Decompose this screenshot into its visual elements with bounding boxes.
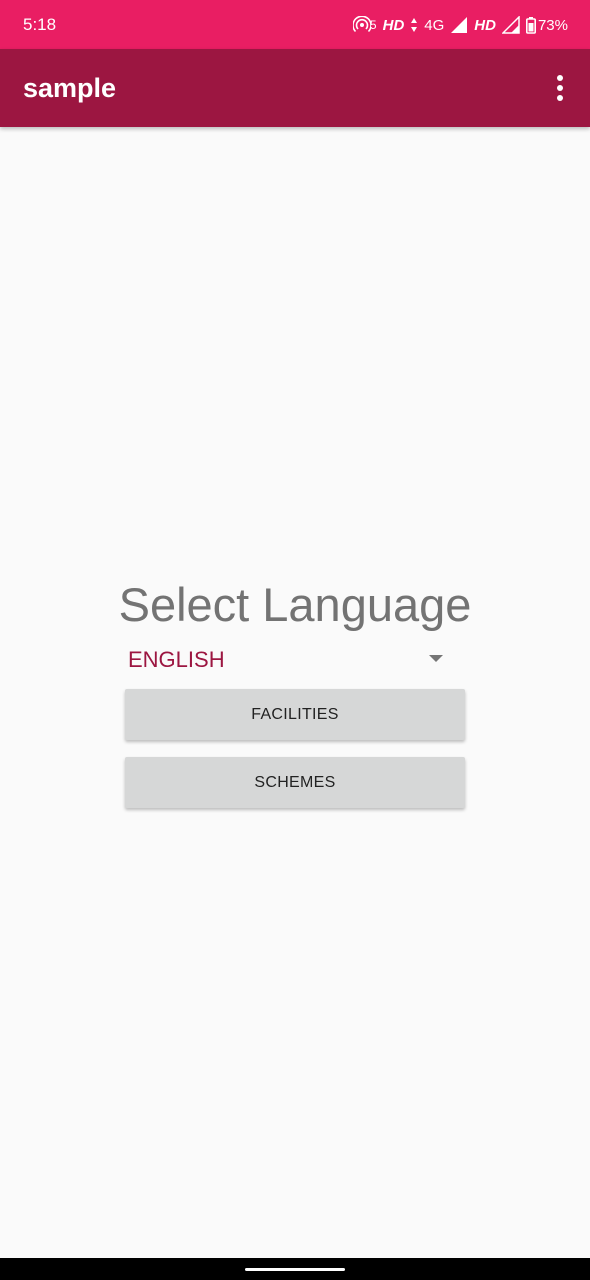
signal-full-icon — [450, 16, 468, 34]
menu-dot — [557, 75, 563, 81]
signal-weak-icon — [501, 16, 520, 34]
more-vert-icon[interactable] — [548, 71, 572, 105]
network-type-label: 4G — [424, 16, 445, 34]
home-indicator[interactable] — [245, 1268, 345, 1271]
navigation-bar — [0, 1258, 590, 1280]
status-bar: 5:18 5 HD 4G HD 73% — [0, 0, 590, 49]
status-icons: 5 HD 4G HD 73% — [352, 13, 568, 37]
hotspot-icon: 5 — [352, 16, 377, 34]
app-screen: 5:18 5 HD 4G HD 73% sample Select Langua… — [0, 0, 590, 1280]
facilities-button[interactable]: FACILITIES — [125, 689, 465, 740]
battery-icon — [525, 16, 536, 34]
hd-voice-label-2: HD — [474, 16, 496, 34]
language-spinner[interactable]: ENGLISH — [125, 640, 465, 680]
menu-dot — [557, 95, 563, 101]
hotspot-count: 5 — [369, 18, 377, 32]
dropdown-arrow-icon — [429, 655, 443, 662]
status-time: 5:18 — [23, 15, 57, 34]
app-title: sample — [23, 73, 117, 103]
select-language-heading: Select Language — [118, 578, 472, 631]
hd-voice-label: HD — [382, 16, 405, 34]
schemes-button[interactable]: SCHEMES — [125, 757, 465, 808]
battery-percent: 73% — [537, 16, 568, 34]
data-arrows-icon — [410, 17, 418, 33]
menu-dot — [557, 85, 563, 91]
app-bar: sample — [0, 49, 590, 127]
language-spinner-value: ENGLISH — [128, 647, 225, 672]
